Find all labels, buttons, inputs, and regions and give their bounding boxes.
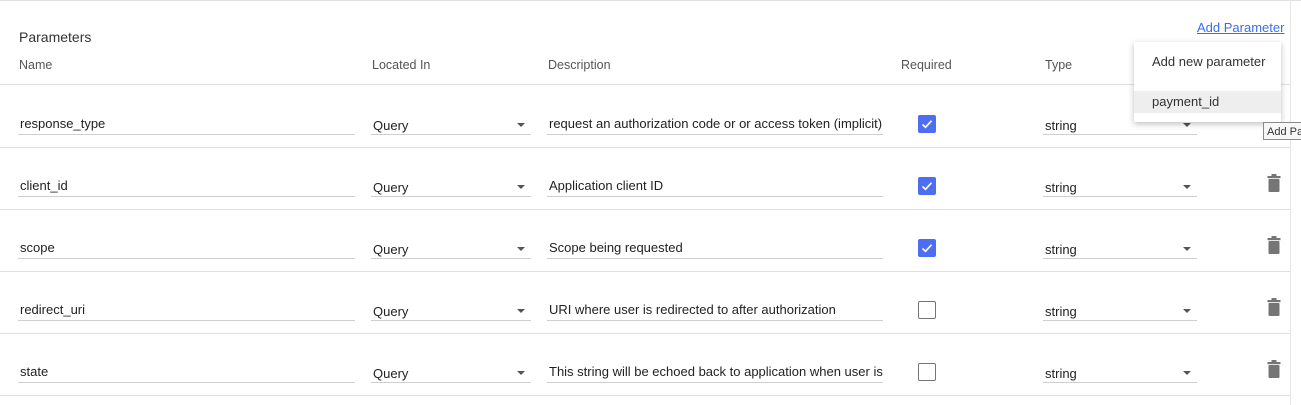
description-value: Application client ID <box>549 178 664 193</box>
name-input[interactable]: state <box>18 363 355 383</box>
menu-item-label: payment_id <box>1152 94 1220 109</box>
located-in-value: Query <box>373 180 409 195</box>
parameter-row: client_id Query Application client ID st… <box>0 147 1290 210</box>
trash-icon[interactable] <box>1267 174 1281 192</box>
name-value: response_type <box>20 116 106 131</box>
description-input[interactable]: Application client ID <box>547 177 883 197</box>
checkmark-icon <box>921 244 933 253</box>
menu-item-add-new-parameter[interactable]: Add new parameter <box>1134 51 1281 73</box>
panel-edge <box>1290 0 1291 405</box>
located-in-select[interactable]: Query <box>371 301 531 321</box>
description-value: Scope being requested <box>549 240 683 255</box>
column-header-name: Name <box>19 58 53 72</box>
dropdown-arrow-icon <box>517 247 525 251</box>
located-in-select[interactable]: Query <box>371 115 531 135</box>
located-in-value: Query <box>373 366 409 381</box>
tooltip: Add Parameter <box>1263 122 1301 140</box>
located-in-value: Query <box>373 118 409 133</box>
parameter-row: redirect_uri Query URI where user is red… <box>0 271 1290 334</box>
located-in-select[interactable]: Query <box>371 363 531 383</box>
type-select[interactable]: string <box>1043 363 1197 383</box>
checkmark-icon <box>921 182 933 191</box>
type-value: string <box>1045 366 1077 381</box>
dropdown-arrow-icon <box>517 185 525 189</box>
column-header-description: Description <box>548 58 611 72</box>
column-header-located-in: Located In <box>372 58 431 72</box>
name-input[interactable]: redirect_uri <box>18 301 355 321</box>
name-value: client_id <box>20 178 68 193</box>
checkmark-icon <box>921 120 933 129</box>
type-select[interactable]: string <box>1043 301 1197 321</box>
section-title: Parameters <box>19 29 92 45</box>
required-checkbox[interactable] <box>918 363 936 381</box>
top-divider <box>0 0 1301 1</box>
add-parameter-link[interactable]: Add Parameter <box>1197 20 1284 35</box>
dropdown-arrow-icon <box>1183 309 1191 313</box>
description-value: URI where user is redirected to after au… <box>549 302 836 317</box>
description-input[interactable]: request an authorization code or or acce… <box>547 115 883 135</box>
description-value: request an authorization code or or acce… <box>549 116 883 131</box>
dropdown-arrow-icon <box>1183 123 1191 127</box>
name-value: redirect_uri <box>20 302 86 317</box>
located-in-value: Query <box>373 304 409 319</box>
required-checkbox[interactable] <box>918 301 936 319</box>
name-value: scope <box>20 240 55 255</box>
name-input[interactable]: client_id <box>18 177 355 197</box>
name-input[interactable]: response_type <box>18 115 355 135</box>
name-value: state <box>20 364 49 379</box>
required-checkbox[interactable] <box>918 177 936 195</box>
type-select[interactable]: string <box>1043 239 1197 259</box>
column-header-type: Type <box>1045 58 1073 72</box>
parameter-row: response_type Query request an authoriza… <box>0 85 1290 148</box>
dropdown-arrow-icon <box>517 371 525 375</box>
parameter-row: state Query This string will be echoed b… <box>0 333 1290 396</box>
name-input[interactable]: scope <box>18 239 355 259</box>
type-select[interactable]: string <box>1043 177 1197 197</box>
parameter-row: scope Query Scope being requested string <box>0 209 1290 272</box>
located-in-value: Query <box>373 242 409 257</box>
type-value: string <box>1045 180 1077 195</box>
type-value: string <box>1045 242 1077 257</box>
menu-item-label: Add new parameter <box>1152 54 1266 69</box>
add-parameter-menu: Add new parameter payment_id <box>1134 42 1281 122</box>
dropdown-arrow-icon <box>517 123 525 127</box>
type-value: string <box>1045 304 1077 319</box>
required-checkbox[interactable] <box>918 115 936 133</box>
located-in-select[interactable]: Query <box>371 239 531 259</box>
trash-icon[interactable] <box>1267 298 1281 316</box>
description-input[interactable]: URI where user is redirected to after au… <box>547 301 883 321</box>
dropdown-arrow-icon <box>1183 371 1191 375</box>
description-value: This string will be echoed back to appli… <box>549 364 883 379</box>
menu-item-payment-id[interactable]: payment_id <box>1134 91 1281 113</box>
dropdown-arrow-icon <box>1183 247 1191 251</box>
description-input[interactable]: Scope being requested <box>547 239 883 259</box>
required-checkbox[interactable] <box>918 239 936 257</box>
trash-icon[interactable] <box>1267 236 1281 254</box>
type-value: string <box>1045 118 1077 133</box>
located-in-select[interactable]: Query <box>371 177 531 197</box>
trash-icon[interactable] <box>1267 360 1281 378</box>
dropdown-arrow-icon <box>1183 185 1191 189</box>
dropdown-arrow-icon <box>517 309 525 313</box>
description-input[interactable]: This string will be echoed back to appli… <box>547 363 883 383</box>
column-header-required: Required <box>901 58 952 72</box>
